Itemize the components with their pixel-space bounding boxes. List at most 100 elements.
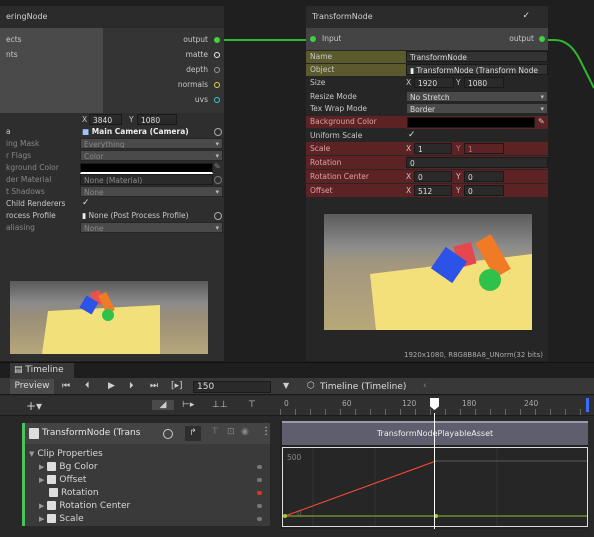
property-rotation-center[interactable]: ▶ Rotation Center [39, 500, 130, 512]
target-icon[interactable] [214, 212, 222, 220]
offset-y-field[interactable]: 0 [464, 185, 504, 196]
property-rotation[interactable]: Rotation [49, 487, 99, 499]
rotation-field[interactable]: 0 [406, 157, 548, 168]
tab-timeline[interactable]: ▤ Timeline [10, 363, 74, 378]
mix-icon[interactable]: ⊥⊥ [212, 400, 228, 410]
checkmark-icon[interactable]: ✓ [82, 198, 90, 208]
timeline-window: ▤ Timeline Preview ⏮ ⏴ ▶ ⏵ ⏭ [▸] 150 ▼ ⬡… [0, 362, 594, 537]
expand-down-icon: ▼ [29, 450, 35, 458]
track-header[interactable]: TransformNode (Trans ↱ ⊤ ⊡ ◉ ⋮ ▼ Clip Pro… [22, 423, 271, 526]
time-ruler[interactable]: 0 60 120 180 240 [276, 396, 594, 416]
target-icon[interactable] [214, 128, 222, 136]
eyedropper-icon[interactable]: ✎ [538, 117, 545, 126]
more-options-icon[interactable]: ⋮ [261, 426, 271, 437]
rotation-center-x-field[interactable]: 0 [414, 171, 452, 182]
property-state-dot [257, 517, 262, 521]
transform-node[interactable]: TransformNode ✓ Input output Name Transf… [306, 6, 548, 361]
output-port-icon[interactable] [539, 36, 545, 42]
property-icon [47, 514, 57, 523]
clear-flags-label: r Flags [6, 151, 32, 160]
go-to-start-icon[interactable]: ⏮ [62, 381, 70, 391]
range-end-marker [586, 398, 589, 412]
axis-x-label: X [406, 78, 412, 87]
size-label: Size [310, 78, 326, 87]
next-frame-icon[interactable]: ⏵ [129, 381, 134, 391]
rotation-label: Rotation [310, 158, 342, 167]
property-icon [49, 488, 58, 497]
rotation-center-label: Rotation Center [310, 172, 369, 181]
offset-label: Offset [310, 186, 333, 195]
clip-area[interactable]: TransformNodePlayableAsset 500 0 [280, 413, 588, 529]
clear-flags-dropdown[interactable]: Color [80, 150, 223, 161]
axis-y-label: Y [456, 172, 461, 181]
frame-dropdown-icon[interactable]: ▼ [283, 381, 289, 390]
object-field[interactable]: ▮ TransformNode (Transform Node [406, 64, 548, 75]
play-range-icon[interactable]: [▸] [171, 381, 183, 391]
lock-icon[interactable]: ⊡ [227, 427, 235, 437]
property-icon [47, 501, 57, 510]
record-icon[interactable]: ⊤ [211, 427, 219, 437]
culling-mask-dropdown[interactable]: Everything [80, 138, 223, 149]
size-x-field[interactable]: 1920 [414, 77, 454, 88]
property-icon [47, 462, 57, 471]
target-icon[interactable] [214, 176, 222, 184]
tex-wrap-dropdown[interactable]: Border [406, 103, 548, 114]
bg-color-swatch[interactable] [407, 117, 535, 128]
axis-x-label: X [406, 186, 412, 195]
bg-color-swatch[interactable] [80, 163, 213, 174]
tex-wrap-label: Tex Wrap Mode [310, 104, 367, 113]
name-field[interactable]: TransformNode [406, 51, 548, 62]
curves-toggle-icon[interactable]: ↱ [185, 426, 201, 441]
size-y-field[interactable]: 1080 [464, 77, 504, 88]
antialiasing-dropdown[interactable]: None [80, 222, 223, 233]
uniform-scale-label: Uniform Scale [310, 131, 363, 140]
camera-field[interactable]: ■ Main Camera (Camera) [82, 126, 189, 138]
property-bg-color[interactable]: ▶ Bg Color [39, 461, 98, 473]
scale-x-field[interactable]: 1 [414, 143, 452, 154]
frame-field[interactable]: 150 [193, 381, 271, 393]
transform-preview-scene [370, 234, 532, 330]
property-animated-dot [257, 491, 262, 495]
preview-button[interactable]: Preview [10, 379, 54, 394]
cast-shadows-label: t Shadows [6, 187, 45, 196]
child-renderers-label: Child Renderers [6, 199, 66, 208]
transform-preview-image [324, 214, 532, 330]
mute-icon[interactable]: ◉ [241, 427, 249, 437]
cast-shadows-dropdown[interactable]: None [80, 186, 223, 197]
preview-caption: 1920x1080, R8G8B8A8_UNorm(32 bits) [404, 351, 544, 359]
property-scale[interactable]: ▶ Scale [39, 513, 84, 525]
transform-node-title: TransformNode [306, 6, 548, 28]
timeline-asset-label: Timeline (Timeline) [320, 382, 407, 392]
eyedropper-icon[interactable]: ✎ [214, 162, 221, 171]
go-to-end-icon[interactable]: ⏭ [150, 381, 158, 391]
chevron-left-icon[interactable]: ‹ [423, 381, 427, 391]
target-icon[interactable] [163, 429, 173, 439]
property-state-dot [257, 478, 262, 482]
ripple-icon[interactable]: ⊢▸ [182, 400, 194, 410]
post-process-field[interactable]: ▮ None (Post Process Profile) [82, 210, 189, 222]
rotation-center-y-field[interactable]: 0 [464, 171, 504, 182]
checkmark-icon[interactable]: ✓ [408, 130, 416, 140]
render-preview-scene [42, 289, 160, 354]
pin-icon[interactable]: ⊤ [248, 400, 256, 410]
render-material-field[interactable]: None (Material) [80, 174, 213, 185]
name-label: Name [306, 51, 406, 63]
axis-x-label: X [406, 172, 412, 181]
previous-frame-icon[interactable]: ⏴ [85, 381, 90, 391]
property-offset[interactable]: ▶ Offset [39, 474, 86, 486]
snap-icon[interactable]: ◢ [152, 400, 174, 410]
collapse-check-icon[interactable]: ✓ [522, 11, 530, 21]
play-icon[interactable]: ▶ [108, 381, 115, 391]
add-track-icon[interactable]: +▾ [26, 399, 42, 413]
property-state-dot [257, 465, 262, 469]
clip-properties-group[interactable]: ▼ Clip Properties [29, 448, 103, 460]
curve-editor[interactable]: 500 0 [282, 447, 588, 527]
offset-x-field[interactable]: 512 [414, 185, 452, 196]
scale-y-field[interactable]: 1 [464, 143, 504, 154]
playable-clip[interactable]: TransformNodePlayableAsset [282, 421, 588, 445]
culling-mask-label: ing Mask [6, 139, 40, 148]
input-port-label: Input [322, 34, 342, 43]
playhead-line [434, 413, 435, 529]
input-port-icon[interactable] [310, 36, 316, 42]
resize-mode-dropdown[interactable]: No Stretch [406, 91, 548, 102]
